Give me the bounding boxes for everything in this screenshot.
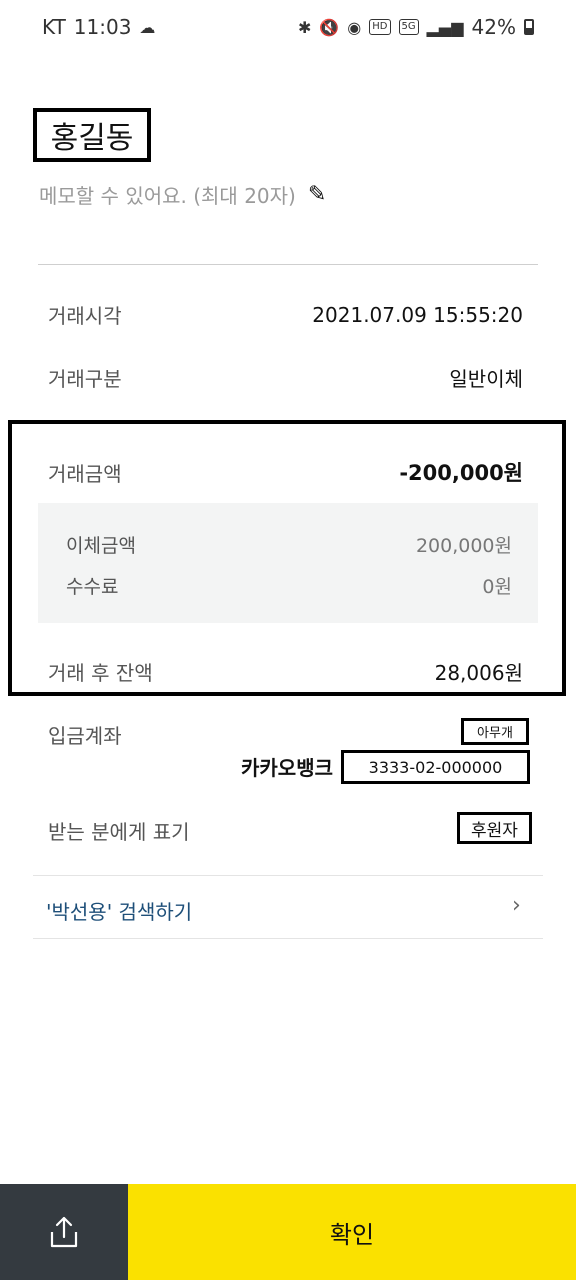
transfer-amount-row: 이체금액 200,000원 [66,531,512,558]
carrier-label: KT [42,15,66,39]
transaction-time-value: 2021.07.09 15:55:20 [312,302,523,327]
divider [33,875,543,876]
clock: 11:03 [73,15,132,39]
transfer-amount-value: 200,000원 [415,535,512,557]
transaction-amount-value: -200,000원 [399,461,523,485]
bank-name: 카카오뱅크 [241,756,333,780]
recipient-name: 홍길동 [33,108,151,162]
divider [38,264,538,265]
memo-field[interactable]: 메모할 수 있어요. (최대 20자) ✎ [39,180,326,209]
transfer-amount-label: 이체금액 [66,535,136,557]
transaction-type-value: 일반이체 [449,367,523,391]
divider [33,938,543,939]
transaction-time-row: 거래시각 2021.07.09 15:55:20 [48,300,523,329]
transaction-amount-row: 거래금액 -200,000원 [48,457,523,487]
weather-icon: ☁ [139,17,156,37]
memo-placeholder: 메모할 수 있어요. (최대 20자) [39,184,296,208]
search-recipient-link[interactable]: '박선용' 검색하기 [46,896,192,925]
signal-icon: ▂▄▆ [426,17,464,37]
fee-breakdown-panel [38,503,538,623]
hd-icon: HD [369,19,391,35]
chevron-right-icon[interactable]: › [512,893,521,918]
fee-row: 수수료 0원 [66,572,512,599]
deposit-account-row: 입금계좌 [48,720,122,749]
battery-icon [524,19,534,35]
pencil-icon[interactable]: ✎ [308,182,326,207]
status-bar: KT 11:03 ☁ ✱ 🔇 ◉ HD 5G ▂▄▆ 42% [0,0,576,56]
account-holder-tag: 아무개 [461,718,529,745]
transaction-amount-label: 거래금액 [48,461,122,486]
network-5g-icon: 5G [398,19,419,35]
balance-row: 거래 후 잔액 28,006원 [48,657,523,686]
display-name-row: 받는 분에게 표기 [48,816,190,845]
bottom-action-bar: 확인 [0,1184,576,1280]
account-number: 3333-02-000000 [341,750,530,784]
transaction-type-label: 거래구분 [48,367,122,391]
balance-value: 28,006원 [434,661,523,685]
battery-percent: 42% [471,15,516,39]
fee-label: 수수료 [66,576,119,598]
display-name-label: 받는 분에게 표기 [48,820,190,844]
display-name-tag: 후원자 [457,812,532,844]
share-icon [50,1216,78,1248]
fee-value: 0원 [482,576,512,598]
deposit-account-label: 입금계좌 [48,724,122,748]
share-button[interactable] [0,1184,128,1280]
hotspot-icon: ◉ [347,17,362,37]
transaction-time-label: 거래시각 [48,304,122,328]
balance-label: 거래 후 잔액 [48,661,153,685]
mute-icon: 🔇 [319,17,340,37]
transaction-type-row: 거래구분 일반이체 [48,363,523,392]
bluetooth-icon: ✱ [297,17,312,37]
confirm-button[interactable]: 확인 [128,1184,576,1280]
